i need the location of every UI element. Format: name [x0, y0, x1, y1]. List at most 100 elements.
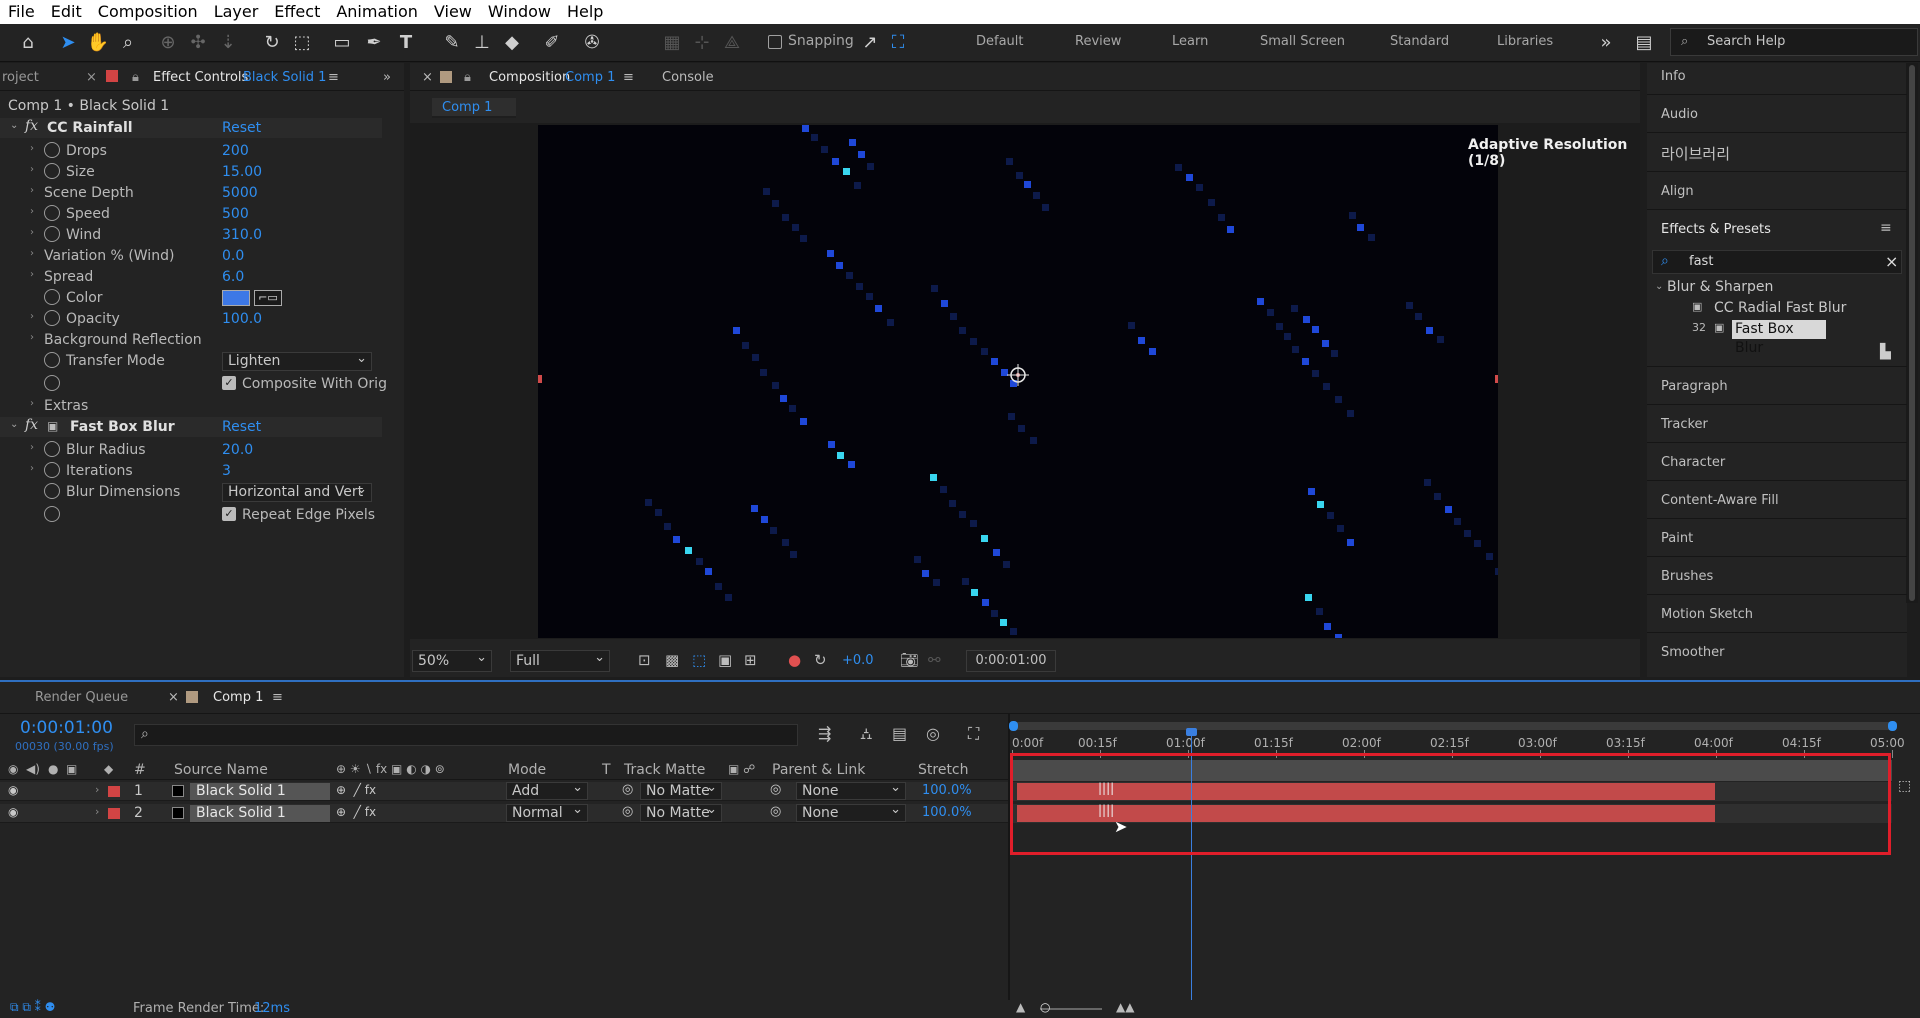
prop-value[interactable]: 5000 [222, 185, 258, 201]
stopwatch-icon[interactable] [44, 310, 60, 326]
puppet-tool-icon[interactable]: ✇ [580, 31, 604, 55]
parent-dropdown[interactable]: None [796, 802, 906, 822]
parent-dropdown[interactable]: None [796, 780, 906, 800]
mask-visibility-icon[interactable]: ⬚ [692, 651, 706, 669]
layer-row[interactable]: ◉ › 1 Black Solid 1 ⊕ ╱ fx Add ◎ No Matt… [0, 780, 1008, 801]
panel-menu-icon[interactable]: ≡ [623, 70, 634, 85]
layer-switches-icons[interactable]: ⊕ ╱ fx [336, 783, 376, 797]
column-parent-link[interactable]: Parent & Link [772, 762, 865, 778]
expand-arrow-icon[interactable]: › [30, 164, 34, 175]
tab-effect-controls[interactable]: Effect Controls [153, 70, 248, 85]
zoom-slider-handle[interactable]: ○ [1040, 1000, 1050, 1014]
snapshot-icon[interactable]: 📷︎ [900, 651, 919, 669]
prop-value[interactable]: 20.0 [222, 442, 253, 458]
prop-value[interactable]: 310.0 [222, 227, 262, 243]
stopwatch-icon[interactable] [44, 506, 60, 522]
reset-exposure-icon[interactable]: ↻ [814, 651, 827, 669]
expand-arrow-icon[interactable]: › [30, 206, 34, 217]
scrollbar-thumb[interactable] [1909, 65, 1915, 601]
panel-info[interactable]: Info [1661, 69, 1686, 84]
expand-arrow-icon[interactable]: › [30, 227, 34, 238]
snap-target-icon[interactable]: ⛶ [886, 31, 910, 55]
dolly-tool-icon[interactable]: ⇣ [216, 31, 240, 55]
frame-blending-icon[interactable]: ◎ [926, 724, 940, 743]
stopwatch-icon[interactable] [44, 375, 60, 391]
home-icon[interactable]: ⌂ [16, 31, 40, 55]
transfer-mode-dropdown[interactable]: Lighten [222, 350, 372, 371]
more-workspaces-icon[interactable]: » [1594, 31, 1618, 55]
clear-search-icon[interactable]: × [1885, 252, 1898, 271]
prop-value[interactable]: 3 [222, 463, 231, 479]
show-snapshot-icon[interactable]: ⚯ [928, 651, 941, 669]
tab-project[interactable]: roject [2, 70, 39, 85]
comp-subtab[interactable]: Comp 1 [432, 98, 516, 118]
timeline-timecode[interactable]: 0:00:01:00 [20, 718, 113, 738]
expand-arrow-icon[interactable]: › [95, 783, 99, 796]
menu-animation[interactable]: Animation [328, 0, 426, 24]
graph-editor-icon[interactable]: ⛶ [968, 724, 979, 744]
lock-icon[interactable]: 🔒︎ [132, 70, 139, 85]
panel-effects-presets[interactable]: Effects & Presets [1661, 222, 1771, 237]
menu-view[interactable]: View [426, 0, 480, 24]
column-stretch[interactable]: Stretch [918, 762, 969, 778]
zoom-out-icon[interactable]: ▲ [1016, 1000, 1025, 1014]
layer-stretch[interactable]: 100.0% [922, 783, 972, 798]
close-icon[interactable]: × [422, 70, 433, 85]
stopwatch-icon[interactable] [44, 289, 60, 305]
track-matte-dropdown[interactable]: No Matte [640, 802, 722, 822]
tab-effect-controls-layer[interactable]: Black Solid 1 [243, 70, 326, 85]
panel-paragraph[interactable]: Paragraph [1661, 379, 1728, 394]
work-area-end[interactable] [1888, 721, 1897, 731]
stopwatch-icon[interactable] [44, 205, 60, 221]
menu-layer[interactable]: Layer [206, 0, 267, 24]
right-panel-scrollbar[interactable] [1906, 63, 1918, 603]
stopwatch-icon[interactable] [44, 142, 60, 158]
effect-row-cc-rainfall[interactable]: ⌄ fx CC Rainfall Reset [0, 118, 382, 138]
repeat-edge-checkbox[interactable]: ✓ [222, 507, 236, 521]
brush-tool-icon[interactable]: ✎ [440, 31, 464, 55]
layer-row[interactable]: ◉ › 2 Black Solid 1 ⊕ ╱ fx Normal ◎ No M… [0, 802, 1008, 823]
panel-smoother[interactable]: Smoother [1661, 645, 1725, 660]
column-source-name[interactable]: Source Name [174, 762, 268, 778]
expand-arrow-icon[interactable]: › [30, 269, 34, 280]
expand-panels-icon[interactable]: » [383, 70, 391, 85]
exposure-value[interactable]: +0.0 [842, 653, 874, 668]
zoom-tool-icon[interactable]: ⌕ [116, 31, 140, 55]
world-axis-icon[interactable]: ⟁ [720, 31, 744, 55]
draft-3d-icon[interactable]: ⛼ [860, 724, 873, 745]
expand-arrow-icon[interactable]: › [30, 311, 34, 322]
region-icon[interactable]: ⊡ [638, 651, 651, 669]
timeline-search-input[interactable]: ⌕ [134, 724, 798, 746]
workspace-small-screen[interactable]: Small Screen [1260, 34, 1345, 49]
visibility-eye-icon[interactable]: ◉ [8, 783, 18, 797]
expand-arrow-icon[interactable]: › [30, 463, 34, 474]
orbit-tool-icon[interactable]: ⊕ [156, 31, 180, 55]
zoom-dropdown[interactable]: 50% [412, 648, 492, 672]
prop-value[interactable]: 500 [222, 206, 249, 222]
type-tool-icon[interactable]: T [394, 31, 418, 55]
panel-character[interactable]: Character [1661, 455, 1725, 470]
comp-button-icon[interactable]: ⬚ [1898, 778, 1911, 794]
selection-tool-icon[interactable]: ➤ [56, 31, 80, 55]
expand-arrow-icon[interactable]: › [30, 398, 34, 409]
visibility-eye-icon[interactable]: ◉ [8, 805, 18, 819]
panel-tracker[interactable]: Tracker [1661, 417, 1708, 432]
work-area-bar[interactable] [1009, 721, 1897, 731]
menu-window[interactable]: Window [480, 0, 559, 24]
effects-search-input[interactable]: ⌕ fast × [1652, 250, 1902, 274]
collapse-arrow-icon[interactable]: ⌄ [10, 120, 18, 131]
layer-stretch[interactable]: 100.0% [922, 805, 972, 820]
collapse-arrow-icon[interactable]: ⌄ [1655, 281, 1663, 292]
blur-dimensions-dropdown[interactable]: Horizontal and Vert [222, 483, 372, 502]
close-icon[interactable]: × [86, 70, 97, 85]
snapping-checkbox[interactable] [768, 35, 782, 49]
tab-composition[interactable]: Composition [489, 70, 570, 85]
rotate-tool-icon[interactable]: ↻ [260, 31, 284, 55]
stopwatch-icon[interactable] [44, 352, 60, 368]
color-swatch[interactable] [222, 290, 250, 306]
stopwatch-icon[interactable] [44, 441, 60, 457]
lock-icon[interactable]: 🔒︎ [464, 70, 471, 85]
comp-canvas[interactable] [538, 125, 1498, 638]
layer-label-color[interactable] [108, 786, 120, 797]
workspace-learn[interactable]: Learn [1172, 34, 1208, 49]
